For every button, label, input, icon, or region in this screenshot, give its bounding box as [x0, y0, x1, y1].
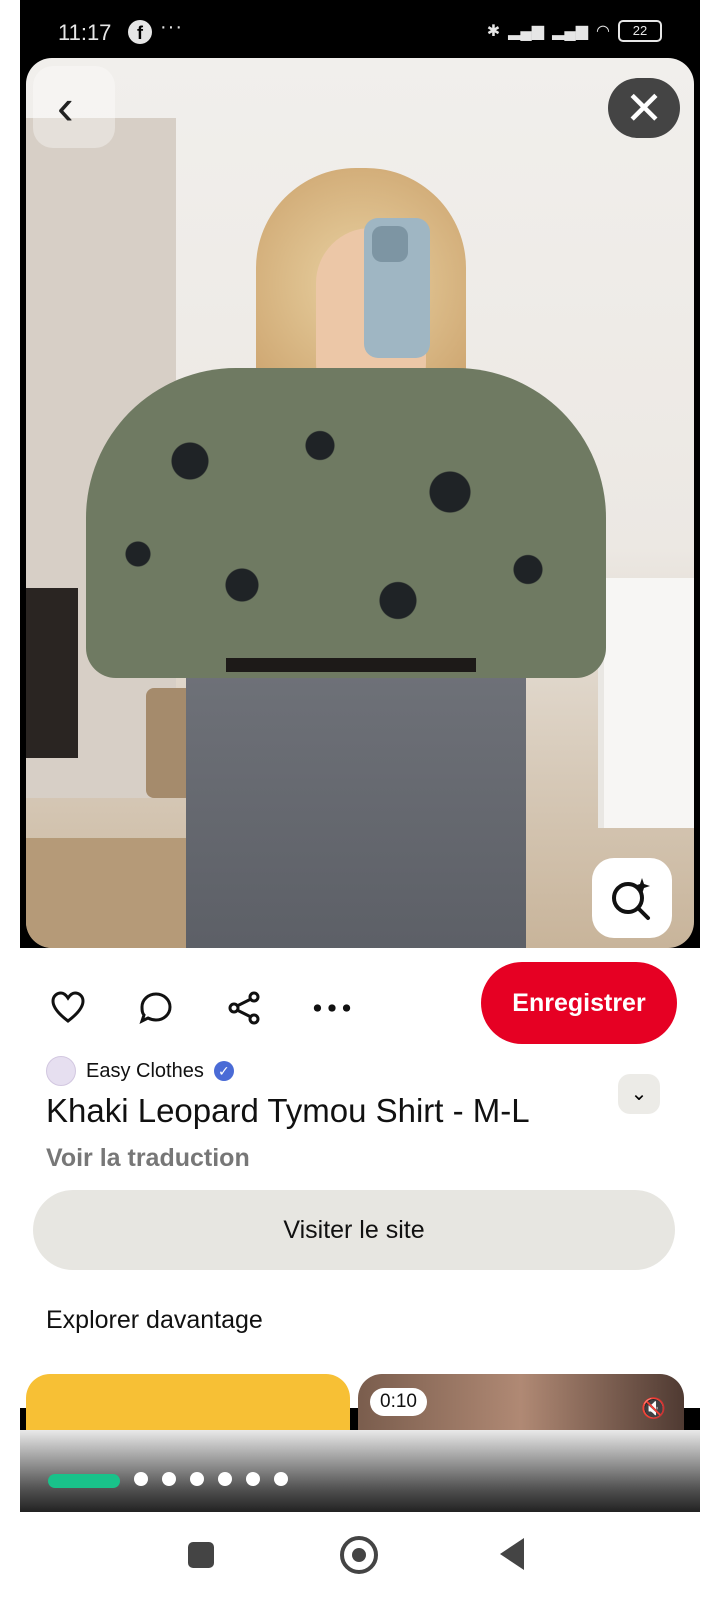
wifi-icon: ◠ [596, 23, 610, 40]
image-leopard-shirt [86, 368, 606, 678]
creator-avatar [46, 1056, 76, 1086]
page-dots [134, 1472, 288, 1486]
page-dot [162, 1472, 176, 1486]
heart-icon [51, 991, 85, 1023]
image-belt [226, 658, 476, 672]
inner-navbar [20, 1430, 700, 1512]
visit-site-button[interactable]: Visiter le site [33, 1190, 675, 1270]
page-dot [134, 1472, 148, 1486]
more-button[interactable] [312, 988, 352, 1028]
back-button[interactable]: ‹ [33, 66, 115, 148]
recents-button[interactable] [188, 1542, 214, 1568]
battery-icon: 22 [618, 20, 662, 42]
creator-row[interactable]: Easy Clothes ✓ [46, 1056, 234, 1086]
system-navigation-bar [0, 1512, 720, 1600]
signal-icon: ▂▄▆ [508, 23, 545, 40]
image-phone [364, 218, 430, 358]
app-frame: 11:17 f ··· ✱ ▂▄▆ ▂▄▆ ◠ 22 ‹ ✕ Enregistr… [20, 0, 700, 1512]
status-bar: 11:17 f ··· ✱ ▂▄▆ ▂▄▆ ◠ 22 [20, 0, 700, 62]
status-icons: ✱ ▂▄▆ ▂▄▆ ◠ 22 [487, 20, 662, 42]
close-button[interactable]: ✕ [608, 78, 680, 138]
bluetooth-icon: ✱ [486, 23, 501, 40]
share-icon [228, 991, 260, 1025]
more-icon [313, 1004, 351, 1012]
translate-link[interactable]: Voir la traduction [46, 1144, 250, 1173]
home-button[interactable] [340, 1536, 378, 1574]
close-icon: ✕ [624, 82, 664, 134]
signal-icon-2: ▂▄▆ [552, 23, 589, 40]
creator-name: Easy Clothes [86, 1059, 204, 1082]
like-button[interactable] [48, 988, 88, 1028]
page-dot [218, 1472, 232, 1486]
mute-icon[interactable]: 🔇 [641, 1396, 666, 1421]
pin-image[interactable] [26, 58, 694, 948]
explore-heading: Explorer davantage [46, 1306, 263, 1334]
chevron-down-icon: ⌄ [630, 1083, 648, 1105]
image-fireplace [26, 588, 78, 758]
action-row [48, 988, 352, 1028]
image-mantel [598, 578, 694, 828]
facebook-icon: f [128, 20, 152, 44]
video-duration: 0:10 [370, 1388, 427, 1416]
status-time: 11:17 [58, 20, 112, 45]
progress-bar [48, 1474, 120, 1488]
image-phone-camera [372, 226, 408, 262]
share-button[interactable] [224, 988, 264, 1028]
verified-icon: ✓ [213, 1061, 234, 1081]
visual-search-button[interactable] [592, 858, 672, 938]
expand-button[interactable]: ⌄ [618, 1074, 660, 1114]
visual-search-icon [612, 878, 650, 920]
page-dot [190, 1472, 204, 1486]
chevron-left-icon: ‹ [57, 79, 74, 135]
page-dot [246, 1472, 260, 1486]
page-dot [274, 1472, 288, 1486]
pin-details: Enregistrer Easy Clothes ✓ Khaki Leopard… [20, 948, 700, 1408]
status-more: ··· [160, 16, 183, 38]
image-jeans [186, 658, 526, 948]
save-button[interactable]: Enregistrer [481, 962, 677, 1044]
comment-icon [139, 992, 172, 1024]
pin-title: Khaki Leopard Tymou Shirt - M-L [46, 1092, 530, 1129]
comment-button[interactable] [136, 988, 176, 1028]
back-nav-button[interactable] [500, 1538, 524, 1570]
